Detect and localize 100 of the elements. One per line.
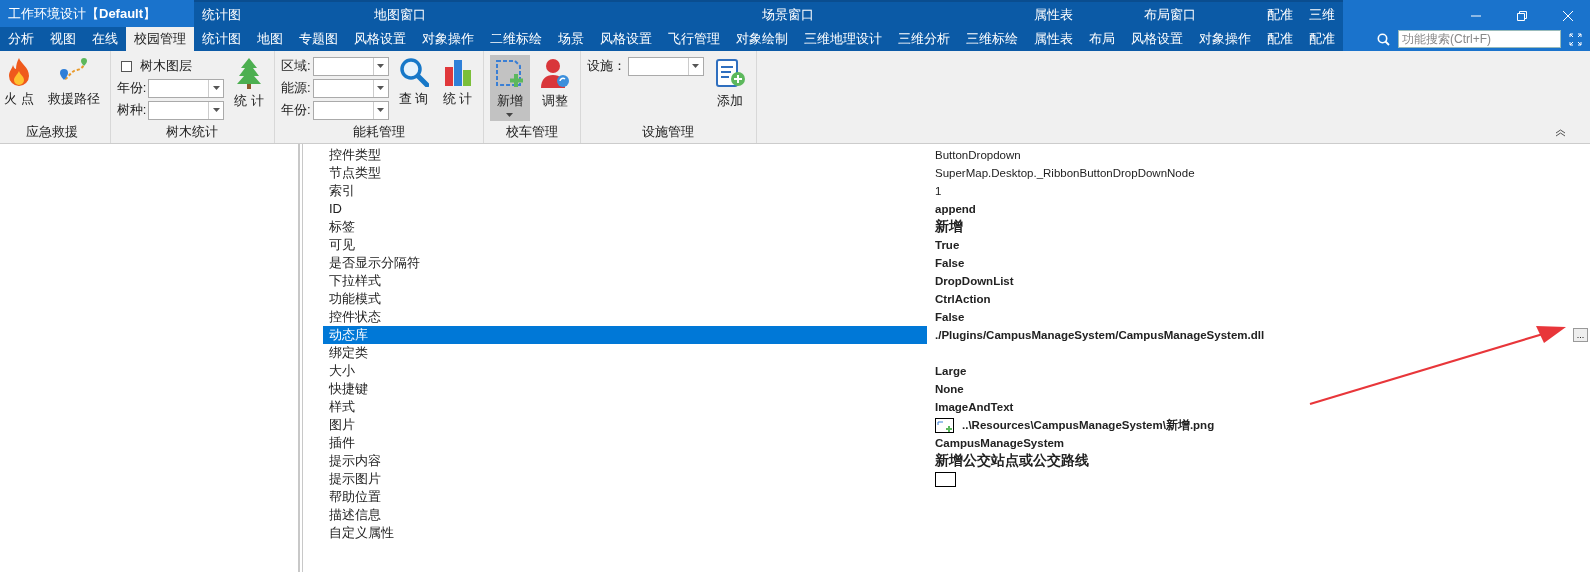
ribbon-tab[interactable]: 在线 xyxy=(84,27,126,51)
property-name[interactable]: 样式 xyxy=(323,398,927,416)
property-name[interactable]: 索引 xyxy=(323,182,927,200)
magnifier-icon xyxy=(398,57,429,87)
caret-icon xyxy=(212,108,220,112)
ribbon-tab[interactable]: 对象操作 xyxy=(414,27,482,51)
dropdown-field[interactable] xyxy=(627,56,704,76)
field-label: 设施： xyxy=(586,57,626,75)
property-value: 新增公交站点或公交路线 xyxy=(935,452,1089,470)
ribbon-tab[interactable]: 校园管理 xyxy=(126,27,194,51)
property-value: append xyxy=(935,203,976,215)
field-label: 树种: xyxy=(116,101,147,119)
ribbon-tab[interactable]: 对象操作 xyxy=(1191,27,1259,51)
field-label: 区域: xyxy=(280,57,311,75)
ribbon-tab[interactable]: 属性表 xyxy=(1026,27,1081,51)
ribbon-tab[interactable]: 对象绘制 xyxy=(728,27,796,51)
context-label: 统计图 xyxy=(201,6,242,24)
checkbox[interactable] xyxy=(120,60,132,72)
close-icon[interactable] xyxy=(1562,10,1574,22)
property-name[interactable]: 控件状态 xyxy=(323,308,927,326)
property-value: SuperMap.Desktop._RibbonButtonDropDownNode xyxy=(935,167,1195,179)
image-thumbnail-icon xyxy=(935,417,954,433)
ribbon-tab[interactable]: 二维标绘 xyxy=(482,27,550,51)
property-value: 1 xyxy=(935,185,942,197)
property-name[interactable]: 是否显示分隔符 xyxy=(323,254,927,272)
search-icon[interactable] xyxy=(1377,32,1390,46)
group-label: 树木统计 xyxy=(165,123,220,141)
browse-button[interactable]: ... xyxy=(1573,328,1588,342)
field-label: 能源: xyxy=(280,79,311,97)
ribbon-button[interactable]: 火 点 xyxy=(0,55,38,121)
ribbon-tab[interactable]: 三维标绘 xyxy=(958,27,1026,51)
dropdown-field[interactable] xyxy=(312,56,389,76)
ribbon-tab[interactable]: 三维地理设计 xyxy=(796,27,890,51)
restore-icon[interactable] xyxy=(1516,10,1528,22)
property-name[interactable]: 大小 xyxy=(323,362,927,380)
checkbox-label: 树木图层 xyxy=(139,57,192,75)
ribbon-tab[interactable]: 风格设置 xyxy=(1123,27,1191,51)
ribbon-tab[interactable]: 风格设置 xyxy=(592,27,660,51)
dropdown-field[interactable] xyxy=(148,78,225,98)
ribbon-tab[interactable]: 场景 xyxy=(550,27,592,51)
property-name[interactable]: 绑定类 xyxy=(323,344,927,362)
property-value: 新增 xyxy=(935,218,963,236)
context-label: 场景窗口 xyxy=(761,6,815,24)
property-name[interactable]: 下拉样式 xyxy=(323,272,927,290)
ribbon-button[interactable]: 救援路径 xyxy=(43,55,104,121)
property-value: ./Plugins/CampusManageSystem/CampusManageSystem.dll xyxy=(935,329,1265,341)
ribbon-tab[interactable]: 分析 xyxy=(0,27,42,51)
dropdown-field[interactable] xyxy=(148,100,225,120)
property-value: False xyxy=(935,257,965,269)
property-name[interactable]: 快捷键 xyxy=(323,380,927,398)
ribbon-button[interactable]: 统 计 xyxy=(230,55,268,121)
property-name[interactable]: 标签 xyxy=(323,218,927,236)
property-name[interactable]: 可见 xyxy=(323,236,927,254)
ribbon-tab[interactable]: 统计图 xyxy=(194,27,249,51)
field-label: 年份: xyxy=(116,79,147,97)
property-value: DropDownList xyxy=(935,275,1014,287)
property-value: None xyxy=(935,383,964,395)
ribbon-button[interactable]: 统 计 xyxy=(438,55,477,121)
property-name[interactable]: 控件类型 xyxy=(323,146,927,164)
ribbon-tab[interactable]: 配准 xyxy=(1301,27,1343,51)
group-label: 能耗管理 xyxy=(351,123,406,141)
property-name[interactable]: 自定义属性 xyxy=(323,524,927,542)
ribbon-button[interactable]: 查 询 xyxy=(394,55,433,121)
property-name[interactable]: 帮助位置 xyxy=(323,488,927,506)
caret-icon xyxy=(377,108,384,112)
group-label: 应急救援 xyxy=(24,123,79,141)
ribbon-tab[interactable]: 视图 xyxy=(42,27,84,51)
ribbon-tab[interactable]: 专题图 xyxy=(291,27,346,51)
property-name[interactable]: 功能模式 xyxy=(323,290,927,308)
caret-icon xyxy=(692,64,699,68)
field-label: 年份: xyxy=(280,101,311,119)
caret-icon xyxy=(212,86,220,90)
property-name[interactable]: 动态库 xyxy=(323,326,927,344)
dropdown-field[interactable] xyxy=(312,100,389,120)
dropdown-field[interactable] xyxy=(312,78,389,98)
ribbon-tab[interactable]: 配准 xyxy=(1259,27,1301,51)
property-name[interactable]: 插件 xyxy=(323,434,927,452)
add-list-icon xyxy=(713,57,746,89)
group-label: 设施管理 xyxy=(641,123,695,141)
ribbon-tab[interactable]: 地图 xyxy=(249,27,291,51)
bar-chart-icon xyxy=(442,57,473,87)
property-name[interactable]: 描述信息 xyxy=(323,506,927,524)
dropdown-button[interactable]: 新增 xyxy=(489,55,530,121)
ribbon-tab[interactable]: 三维分析 xyxy=(890,27,958,51)
ribbon-tab[interactable]: 风格设置 xyxy=(346,27,414,51)
property-name[interactable]: 节点类型 xyxy=(323,164,927,182)
property-name[interactable]: 图片 xyxy=(323,416,927,434)
ribbon-button[interactable]: 添加 xyxy=(709,55,750,121)
fullscreen-icon[interactable] xyxy=(1569,32,1582,46)
collapse-icon[interactable] xyxy=(1555,129,1566,137)
ribbon-button[interactable]: 调整 xyxy=(535,55,574,121)
caret-icon xyxy=(506,113,513,117)
property-name[interactable]: 提示内容 xyxy=(323,452,927,470)
ribbon-tab[interactable]: 布局 xyxy=(1081,27,1123,51)
user-sync-icon xyxy=(539,57,570,89)
search-field[interactable]: 功能搜索(Ctrl+F) xyxy=(1398,30,1561,48)
property-name[interactable]: 提示图片 xyxy=(323,470,927,488)
property-value: ButtonDropdown xyxy=(935,149,1021,161)
ribbon-tab[interactable]: 飞行管理 xyxy=(660,27,728,51)
property-name[interactable]: ID xyxy=(323,200,927,218)
